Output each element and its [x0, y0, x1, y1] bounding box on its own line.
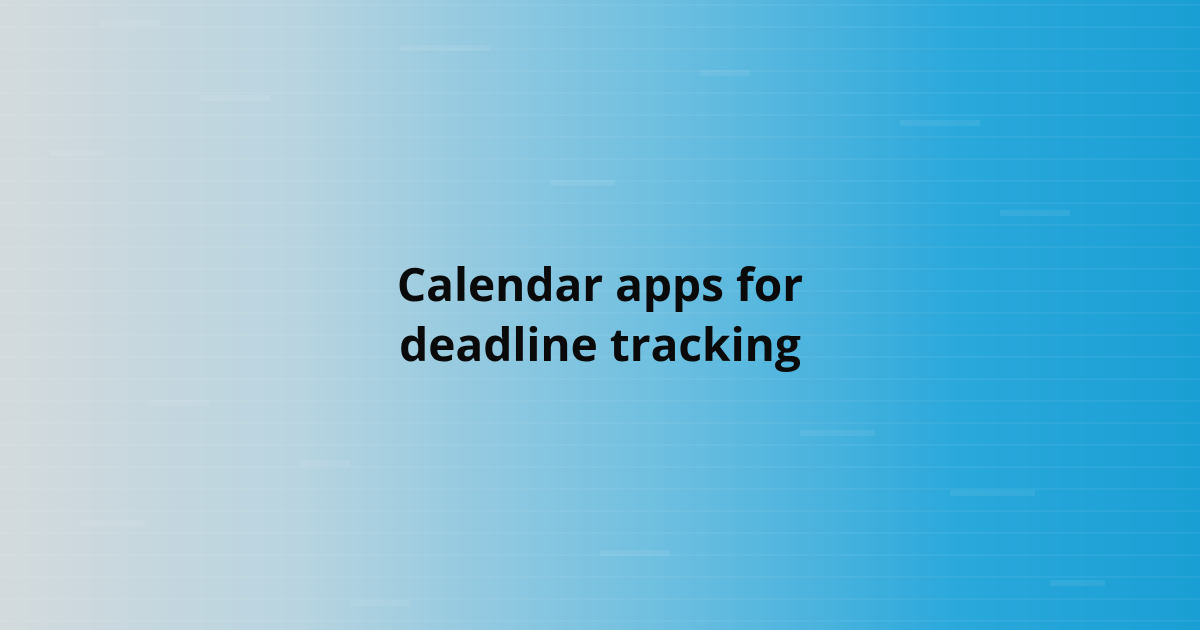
content-container: Calendar apps for deadline tracking	[0, 0, 1200, 630]
page-title: Calendar apps for deadline tracking	[300, 255, 900, 375]
